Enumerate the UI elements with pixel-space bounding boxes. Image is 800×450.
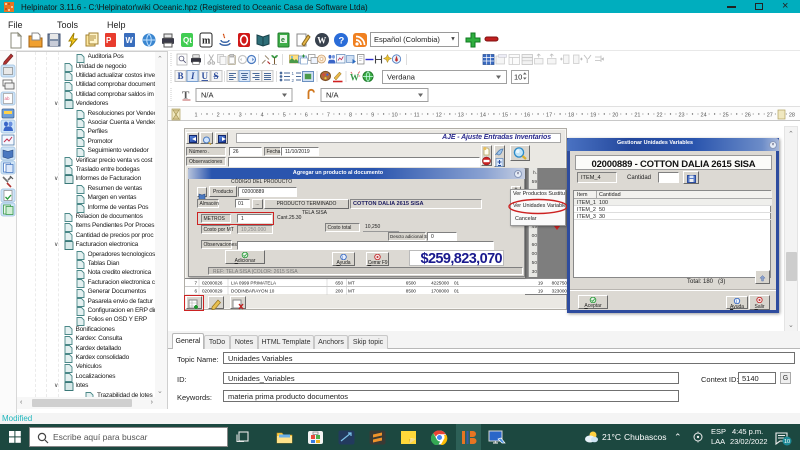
svg-text:?: ? [339, 36, 345, 47]
svg-text:S: S [214, 71, 219, 81]
svg-text:01: 01 [454, 289, 460, 294]
svg-text:14: 14 [480, 113, 486, 119]
svg-text:12: 12 [436, 113, 442, 119]
svg-text:W: W [317, 36, 326, 46]
svg-text:7: 7 [327, 113, 330, 119]
svg-text:18: 18 [568, 113, 574, 119]
svg-text:200: 200 [335, 289, 343, 294]
svg-text:802750: 802750 [552, 281, 567, 286]
svg-text:650: 650 [335, 281, 343, 286]
svg-text:13: 13 [458, 113, 464, 119]
svg-text:DODINBARAYON 10: DODINBARAYON 10 [231, 289, 275, 294]
svg-text:4225000: 4225000 [431, 281, 449, 286]
svg-text:30: 30 [531, 269, 537, 275]
svg-text:59: 59 [531, 179, 537, 185]
svg-text:28: 28 [789, 113, 795, 119]
svg-text:6500: 6500 [406, 281, 417, 286]
svg-text:16: 16 [524, 113, 530, 119]
svg-text:Verdana: Verdana [387, 73, 416, 82]
svg-text:P: P [106, 36, 112, 45]
svg-text:4: 4 [261, 113, 264, 119]
svg-text:19: 19 [538, 289, 544, 294]
svg-text:10: 10 [514, 73, 522, 82]
svg-text:MT: MT [348, 281, 355, 286]
svg-text:00: 00 [531, 233, 537, 239]
svg-text:9: 9 [371, 113, 374, 119]
svg-text:W: W [126, 36, 134, 45]
svg-text:ab: ab [5, 96, 11, 101]
svg-text:LIA 0999 PRIMATELA: LIA 0999 PRIMATELA [231, 281, 277, 286]
svg-text:23: 23 [678, 113, 684, 119]
svg-text:02000029: 02000029 [202, 289, 223, 294]
svg-text:01: 01 [454, 281, 460, 286]
svg-text:I: I [190, 71, 195, 81]
svg-text:21: 21 [634, 113, 640, 119]
svg-text:1: 1 [292, 71, 295, 76]
svg-text:e: e [281, 37, 285, 44]
svg-text:26: 26 [745, 113, 751, 119]
svg-text:22: 22 [656, 113, 662, 119]
svg-text:50: 50 [531, 260, 537, 266]
svg-text:17: 17 [546, 113, 552, 119]
svg-text:Qt: Qt [183, 36, 192, 45]
svg-text:MT: MT [348, 289, 355, 294]
svg-text:2: 2 [292, 78, 295, 83]
svg-text:19: 19 [538, 281, 544, 286]
svg-text:3: 3 [239, 113, 242, 119]
svg-text:8500: 8500 [406, 289, 417, 294]
svg-text:6: 6 [305, 113, 308, 119]
svg-text:11: 11 [414, 113, 420, 119]
svg-text:1: 1 [194, 113, 197, 119]
svg-text:24: 24 [701, 113, 707, 119]
svg-text:5: 5 [283, 113, 286, 119]
svg-text:W: W [350, 73, 359, 83]
svg-text:2: 2 [217, 113, 220, 119]
svg-text:N/A: N/A [201, 91, 214, 100]
svg-text:m: m [202, 36, 211, 47]
svg-text:8: 8 [349, 113, 352, 119]
svg-text:15: 15 [502, 113, 508, 119]
svg-text:10: 10 [784, 439, 790, 445]
svg-text:N/A: N/A [326, 91, 339, 100]
svg-text:B: B [178, 71, 184, 81]
svg-text:10: 10 [392, 113, 398, 119]
svg-text:00: 00 [531, 251, 537, 257]
svg-text:20: 20 [612, 113, 618, 119]
svg-text:60: 60 [531, 242, 537, 248]
svg-text:h.: h. [532, 170, 536, 176]
svg-text:U: U [202, 71, 209, 81]
svg-text:7: 7 [194, 281, 197, 286]
svg-text:6: 6 [194, 289, 197, 294]
svg-text:1700000: 1700000 [431, 289, 449, 294]
svg-text:25: 25 [723, 113, 729, 119]
svg-text:19: 19 [590, 113, 596, 119]
svg-text:27: 27 [767, 113, 773, 119]
svg-text:02000026: 02000026 [202, 281, 223, 286]
svg-text:323000: 323000 [552, 289, 567, 294]
